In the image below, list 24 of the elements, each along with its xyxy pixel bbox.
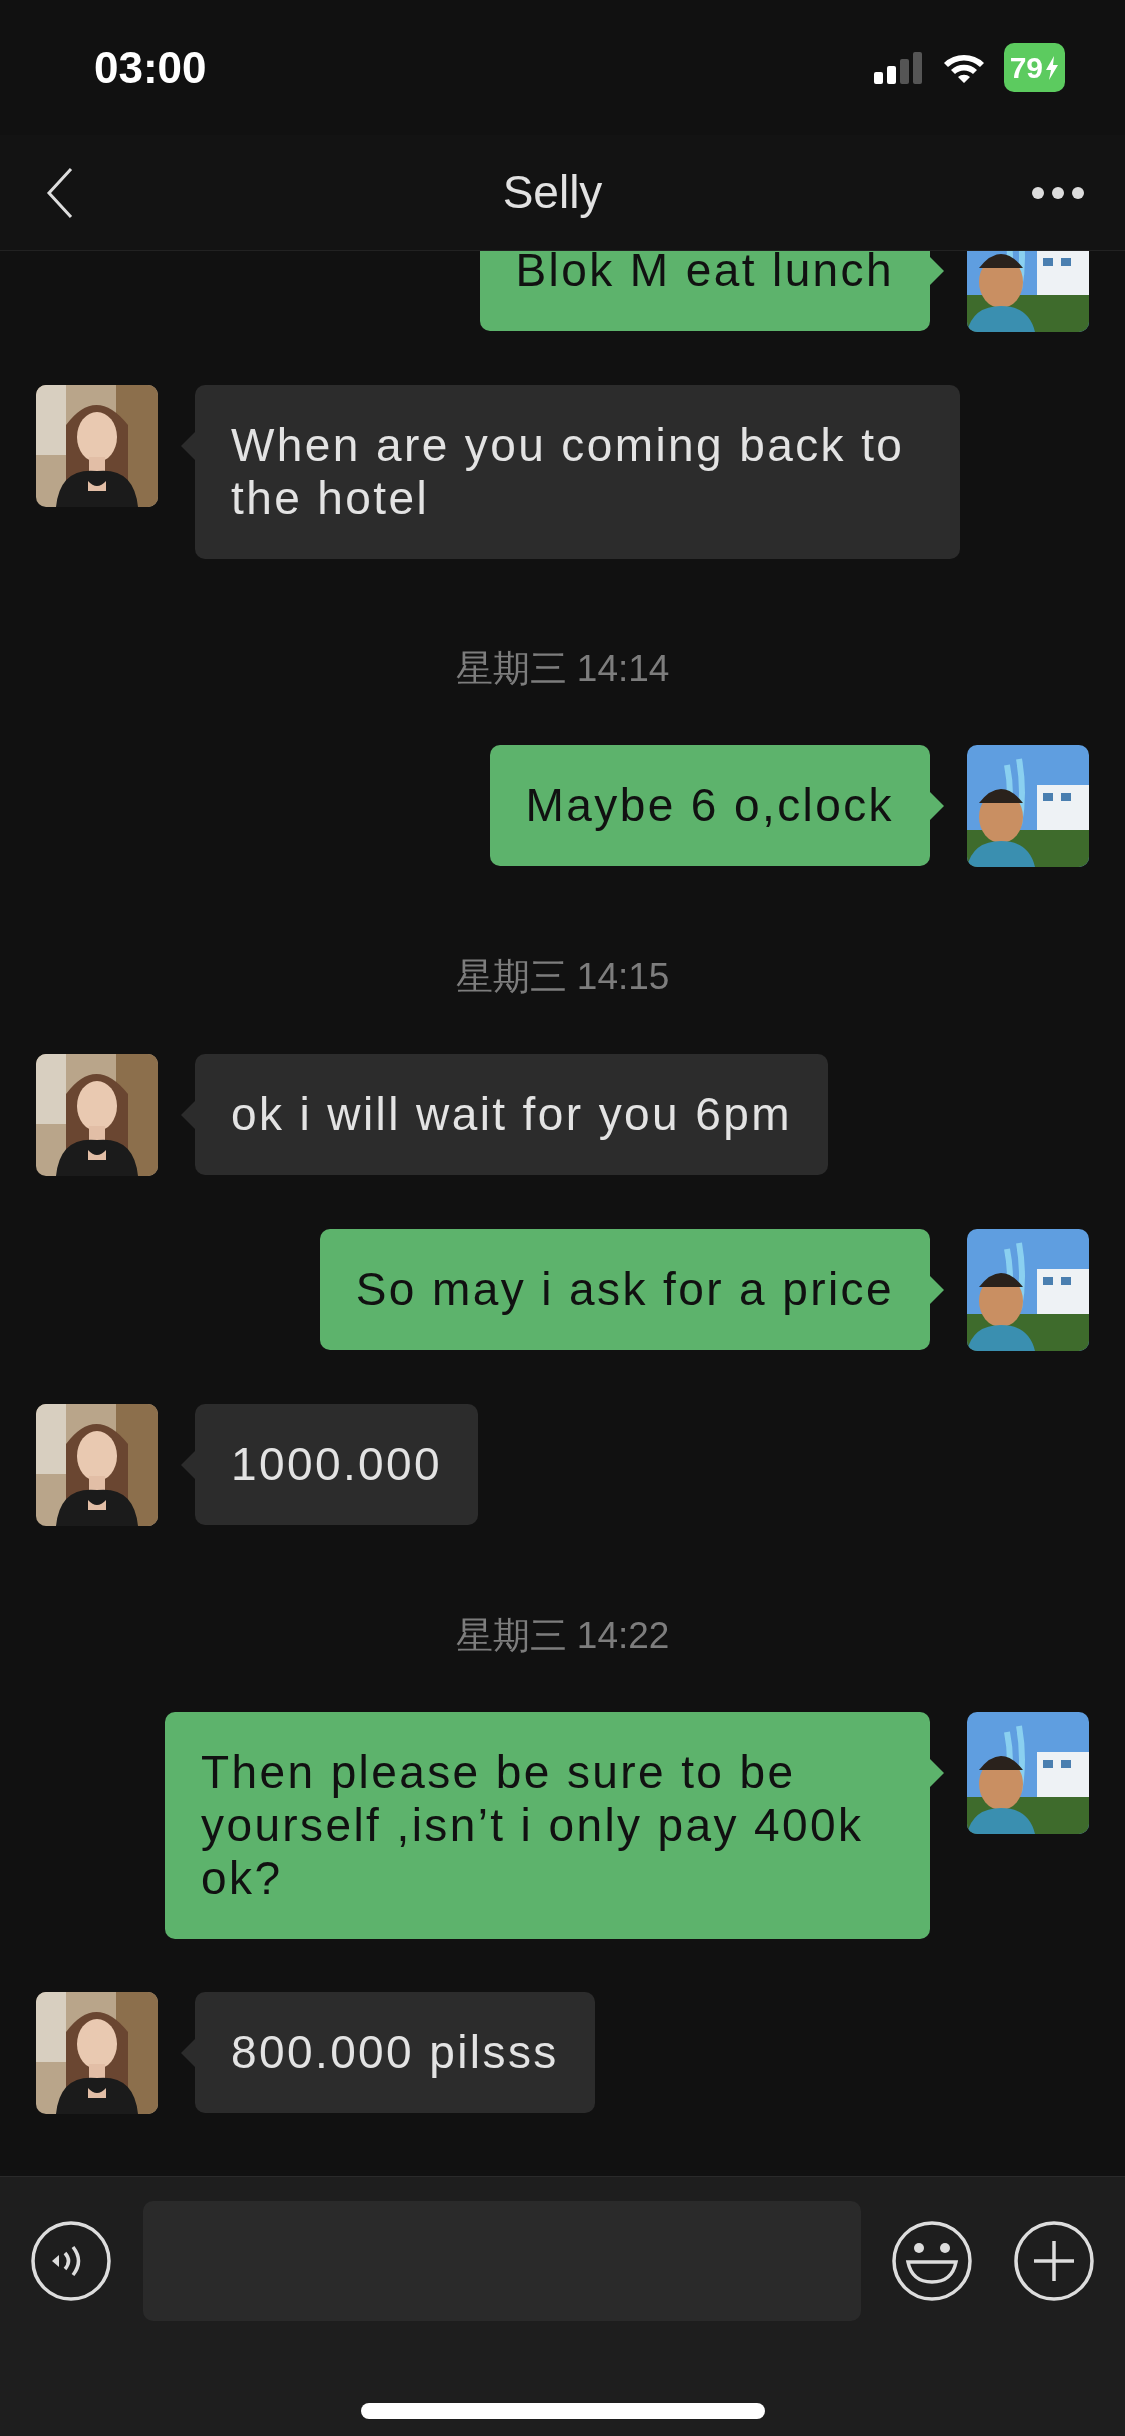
voice-icon[interactable] xyxy=(30,2220,112,2302)
back-icon[interactable] xyxy=(46,166,74,219)
bubble-tail xyxy=(930,1275,944,1304)
message-bubble: 800.000 pilsss xyxy=(195,1992,595,2113)
message-bubble: Maybe 6 o,clock xyxy=(489,745,930,866)
timestamp: 星期三 14:22 xyxy=(455,1613,670,1658)
plus-icon[interactable] xyxy=(1013,2220,1095,2302)
signal-icon xyxy=(873,51,924,84)
chat-title: Selly xyxy=(502,165,603,220)
message-bubble: 1000.000 xyxy=(195,1403,479,1525)
timestamp: 星期三 14:15 xyxy=(455,955,670,999)
status-time: 03:00 xyxy=(94,41,207,94)
more-icon[interactable] xyxy=(1031,185,1085,200)
message-bubble: So may i ask for a price xyxy=(319,1228,930,1350)
bubble-tail xyxy=(930,256,944,285)
bubble-tail xyxy=(930,792,944,820)
emoji-icon[interactable] xyxy=(891,2220,973,2302)
message-bubble: Blok M eat lunch xyxy=(479,251,930,331)
bubble-tail xyxy=(930,1759,944,1787)
message-bubble: ok i will wait for you 6pm xyxy=(195,1053,828,1175)
timestamp: 星期三 14:14 xyxy=(455,646,670,691)
message-bubble: When are you coming back to the hotel xyxy=(195,384,960,559)
battery-icon: 79 xyxy=(1003,43,1065,92)
message-bubble: Then please be sure to be yourself ,isn’t i only pay 400k ok? xyxy=(165,1712,930,1939)
